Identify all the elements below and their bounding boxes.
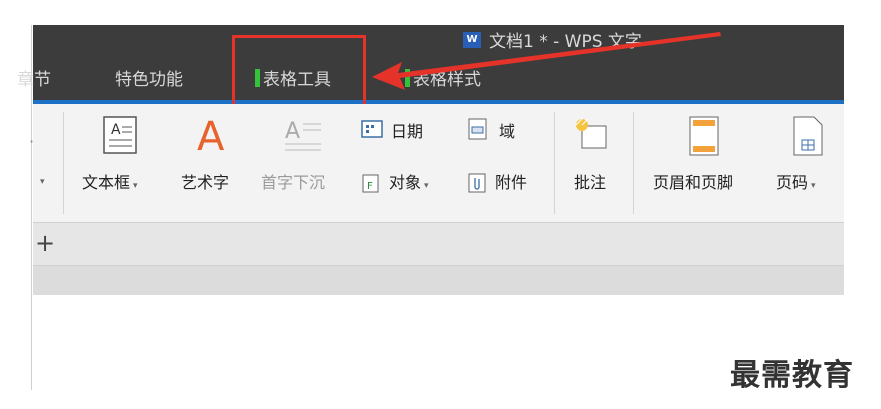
dropcap-icon: A	[285, 119, 321, 151]
comment-icon	[575, 118, 607, 149]
header-footer-icon	[689, 116, 719, 156]
header-footer-button[interactable]: 页眉和页脚	[653, 169, 733, 193]
arrow-shape	[372, 32, 721, 90]
page-number-label: 页码	[776, 173, 809, 192]
page-number-button[interactable]: 页码 ▾	[776, 169, 816, 193]
object-icon: F	[362, 174, 379, 193]
watermark: 最需教育	[730, 358, 854, 393]
wordart-label: 艺术字	[181, 173, 230, 192]
field-label: 域	[499, 122, 516, 141]
textbox-icon: A	[103, 116, 137, 154]
header-footer-label: 页眉和页脚	[653, 173, 734, 192]
field-button[interactable]: 域	[499, 118, 515, 142]
attachment-label: 附件	[495, 173, 528, 192]
wordart-button[interactable]: 艺术字	[181, 169, 229, 193]
svg-text:A: A	[111, 122, 121, 138]
date-button[interactable]: 日期	[391, 118, 423, 142]
dropcap-button[interactable]: 首字下沉	[261, 169, 325, 193]
svg-text:A: A	[197, 114, 225, 156]
comment-label: 批注	[574, 173, 607, 192]
attachment-icon	[468, 173, 486, 193]
object-label: 对象	[389, 173, 422, 192]
comment-button[interactable]: 批注	[574, 169, 606, 193]
separator	[63, 112, 64, 214]
ruler-bar	[33, 266, 844, 295]
textbox-button[interactable]: 文本框 ▾	[82, 169, 138, 193]
attachment-button[interactable]: 附件	[495, 169, 527, 193]
document-tab-strip: +	[33, 223, 844, 266]
dropcap-label: 首字下沉	[261, 173, 326, 192]
ribbon-panel: ▾ · A 文本框 ▾ A 艺术字 A 首字下沉 日期 域 F 对象 ▾ 附件 …	[29, 104, 844, 223]
textbox-label: 文本框	[82, 173, 131, 192]
new-tab-plus-icon[interactable]: +	[35, 229, 55, 257]
date-label: 日期	[391, 122, 424, 141]
calendar-icon	[361, 120, 383, 138]
partial-caret[interactable]: ▾	[37, 169, 45, 188]
svg-text:F: F	[367, 181, 373, 192]
separator	[554, 112, 555, 214]
object-button[interactable]: 对象 ▾	[389, 169, 429, 193]
field-icon	[468, 118, 487, 140]
page-number-icon	[793, 116, 823, 156]
separator	[633, 112, 634, 214]
partial-dot: ·	[29, 132, 35, 151]
wordart-icon: A	[197, 114, 225, 156]
svg-text:A: A	[285, 119, 300, 144]
